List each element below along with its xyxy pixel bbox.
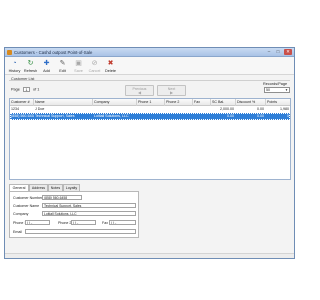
previous-button[interactable]: Previous ◀ bbox=[125, 85, 154, 96]
cell-fax bbox=[193, 106, 211, 113]
general-tab-panel: Customer Number (858) 560-6458 Customer … bbox=[9, 191, 139, 238]
fax-label: Fax bbox=[102, 221, 108, 225]
phone2-field[interactable]: ( ) - bbox=[71, 220, 96, 225]
page-label: Page bbox=[11, 87, 20, 92]
cell-company: Loitiall Solutions, LLC bbox=[94, 114, 129, 118]
customers-window: Customers - Cashd outpost Point-of-Sale … bbox=[4, 47, 295, 259]
cell-customer-no: 1234 bbox=[11, 107, 19, 111]
history-icon: ◔ bbox=[12, 60, 17, 67]
customer-name-field[interactable]: Technical Support, Sales bbox=[42, 203, 136, 208]
delete-icon: ✖ bbox=[107, 60, 114, 67]
cell-customer-no: (858) 560-6458 bbox=[11, 114, 34, 118]
column-header-fax[interactable]: Fax bbox=[193, 99, 211, 106]
column-header-discount[interactable]: Discount % bbox=[236, 99, 266, 106]
save-icon: ▣ bbox=[75, 60, 82, 67]
column-header-customer-no[interactable]: Customer # bbox=[10, 99, 34, 106]
close-button[interactable]: ✕ bbox=[284, 49, 292, 55]
customer-number-field[interactable]: (858) 560-6458 bbox=[42, 195, 82, 200]
title-bar[interactable]: Customers - Cashd outpost Point-of-Sale … bbox=[5, 48, 294, 57]
fax-field[interactable]: ( ) - bbox=[109, 220, 136, 225]
group-divider bbox=[9, 80, 290, 81]
right-arrow-icon: ▶ bbox=[169, 90, 174, 95]
save-label: Save bbox=[74, 69, 83, 73]
edit-label: Edit bbox=[59, 69, 66, 73]
history-label: History bbox=[8, 69, 21, 73]
cancel-button[interactable]: ⊘ Cancel bbox=[87, 58, 102, 74]
left-arrow-icon: ◀ bbox=[137, 90, 142, 95]
add-label: Add bbox=[43, 69, 50, 73]
cell-sc-bal: 2,000.00 bbox=[220, 107, 234, 111]
customer-grid: Customer # Name Company Phone 1 Phone 2 … bbox=[9, 98, 291, 180]
email-label: Email bbox=[13, 230, 22, 234]
column-header-phone1[interactable]: Phone 1 bbox=[137, 99, 165, 106]
column-header-name[interactable]: Name bbox=[34, 99, 93, 106]
column-header-sc-bal[interactable]: SC Bal. bbox=[211, 99, 236, 106]
cell-sc-bal: 0.00 bbox=[227, 114, 234, 118]
cell-company bbox=[93, 106, 137, 113]
column-header-points[interactable]: Points bbox=[266, 99, 290, 106]
tab-loyalty[interactable]: Loyalty bbox=[63, 184, 80, 191]
edit-button[interactable]: ✎ Edit bbox=[55, 58, 70, 74]
page-count: of 1 bbox=[33, 87, 40, 92]
cell-phone2 bbox=[165, 106, 193, 113]
customer-number-label: Customer Number bbox=[13, 196, 43, 200]
window-title: Customers - Cashd outpost Point-of-Sale bbox=[14, 50, 93, 55]
toolbar: ◔ History ↻ Refresh ✚ Add ✎ Edit ▣ Save … bbox=[5, 57, 294, 75]
add-icon: ✚ bbox=[43, 60, 50, 67]
status-bar bbox=[5, 253, 294, 258]
page-number-field[interactable]: 1 bbox=[22, 87, 30, 92]
cell-points: 0 bbox=[287, 114, 289, 118]
tab-notes[interactable]: Notes bbox=[48, 184, 63, 191]
cell-fax bbox=[193, 113, 211, 120]
column-header-phone2[interactable]: Phone 2 bbox=[165, 99, 193, 106]
cell-discount: 0.00 bbox=[257, 114, 264, 118]
cell-phone1 bbox=[137, 106, 165, 113]
grid-header: Customer # Name Company Phone 1 Phone 2 … bbox=[10, 99, 290, 106]
cancel-label: Cancel bbox=[88, 69, 101, 73]
table-row[interactable]: 1234 J Doe 2,000.00 0.00 1,980 bbox=[10, 106, 290, 113]
phone1-field[interactable]: ( ) - bbox=[25, 220, 50, 225]
cell-points: 1,980 bbox=[280, 107, 289, 111]
table-row-selected[interactable]: (858) 560-6458 Technical Support, Sales … bbox=[10, 113, 290, 120]
records-per-page-label: Records/Page bbox=[263, 82, 288, 86]
company-field[interactable]: Loitiall Solutions, LLC bbox=[42, 211, 136, 216]
cancel-icon: ⊘ bbox=[91, 60, 98, 67]
refresh-label: Refresh bbox=[23, 69, 38, 73]
add-button[interactable]: ✚ Add bbox=[39, 58, 54, 74]
cell-phone2 bbox=[165, 113, 193, 120]
minimize-button[interactable]: – bbox=[265, 49, 273, 55]
edit-icon: ✎ bbox=[59, 60, 66, 67]
refresh-button[interactable]: ↻ Refresh bbox=[23, 58, 38, 74]
delete-button[interactable]: ✖ Delete bbox=[103, 58, 118, 74]
cell-name: Technical Support, Sales bbox=[35, 114, 75, 118]
refresh-icon: ↻ bbox=[27, 60, 34, 67]
cell-phone1 bbox=[137, 113, 165, 120]
company-label: Company bbox=[13, 212, 29, 216]
save-button[interactable]: ▣ Save bbox=[71, 58, 86, 74]
phone2-label: Phone 2 bbox=[58, 221, 72, 225]
email-field[interactable] bbox=[25, 229, 136, 234]
records-per-page-select[interactable]: 50 ▾ bbox=[264, 87, 290, 93]
next-button[interactable]: Next ▶ bbox=[157, 85, 186, 96]
tab-address[interactable]: Address bbox=[29, 184, 48, 191]
cell-discount: 0.00 bbox=[257, 107, 264, 111]
column-header-company[interactable]: Company bbox=[93, 99, 137, 106]
chevron-down-icon: ▾ bbox=[285, 88, 288, 92]
pager: Page 1 of 1 bbox=[11, 87, 39, 92]
history-button[interactable]: ◔ History bbox=[7, 58, 22, 74]
records-per-page-value: 50 bbox=[266, 88, 270, 92]
cell-name: J Doe bbox=[35, 107, 45, 111]
customer-name-label: Customer Name bbox=[13, 204, 40, 208]
delete-label: Delete bbox=[105, 69, 116, 73]
app-icon bbox=[7, 50, 12, 55]
maximize-button[interactable]: □ bbox=[274, 49, 282, 55]
